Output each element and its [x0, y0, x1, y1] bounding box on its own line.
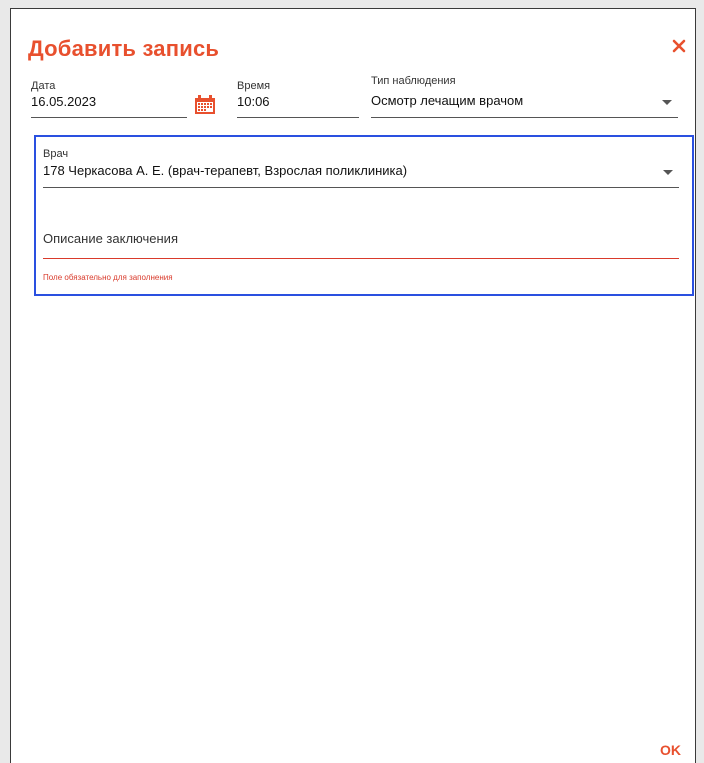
- observation-type-value: Осмотр лечащим врачом: [371, 93, 524, 108]
- time-value: 10:06: [237, 94, 270, 109]
- time-label: Время: [237, 80, 271, 92]
- doctor-label: Врач: [43, 148, 69, 160]
- close-icon[interactable]: [671, 38, 687, 54]
- dialog-title: Добавить запись: [28, 36, 220, 61]
- doctor-value: 178 Черкасова А. Е. (врач-терапевт, Взро…: [43, 163, 408, 178]
- time-underline: [237, 117, 359, 118]
- date-underline: [31, 117, 187, 118]
- conclusion-placeholder: Описание заключения: [43, 231, 178, 246]
- doctor-select[interactable]: Врач 178 Черкасова А. Е. (врач-терапевт,…: [43, 148, 679, 188]
- conclusion-underline: [43, 258, 679, 259]
- date-label: Дата: [31, 80, 56, 92]
- add-record-dialog: Добавить запись Дата 16.05.2023 Время 10…: [10, 8, 696, 763]
- observation-type-label: Тип наблюдения: [371, 75, 456, 87]
- conclusion-input[interactable]: Описание заключения: [43, 229, 679, 259]
- time-field[interactable]: Время 10:06: [237, 80, 359, 118]
- calendar-icon[interactable]: [194, 95, 216, 115]
- chevron-down-icon[interactable]: [662, 100, 672, 105]
- observation-type-underline: [371, 117, 678, 118]
- date-value: 16.05.2023: [31, 94, 97, 109]
- conclusion-error-text: Поле обязательно для заполнения: [43, 273, 173, 282]
- observation-type-select[interactable]: Тип наблюдения Осмотр лечащим врачом: [371, 75, 678, 118]
- doctor-underline: [43, 187, 679, 188]
- date-field[interactable]: Дата 16.05.2023: [31, 80, 187, 118]
- chevron-down-icon[interactable]: [663, 170, 673, 175]
- doctor-conclusion-group: Врач 178 Черкасова А. Е. (врач-терапевт,…: [34, 135, 694, 296]
- ok-button[interactable]: OK: [660, 742, 681, 758]
